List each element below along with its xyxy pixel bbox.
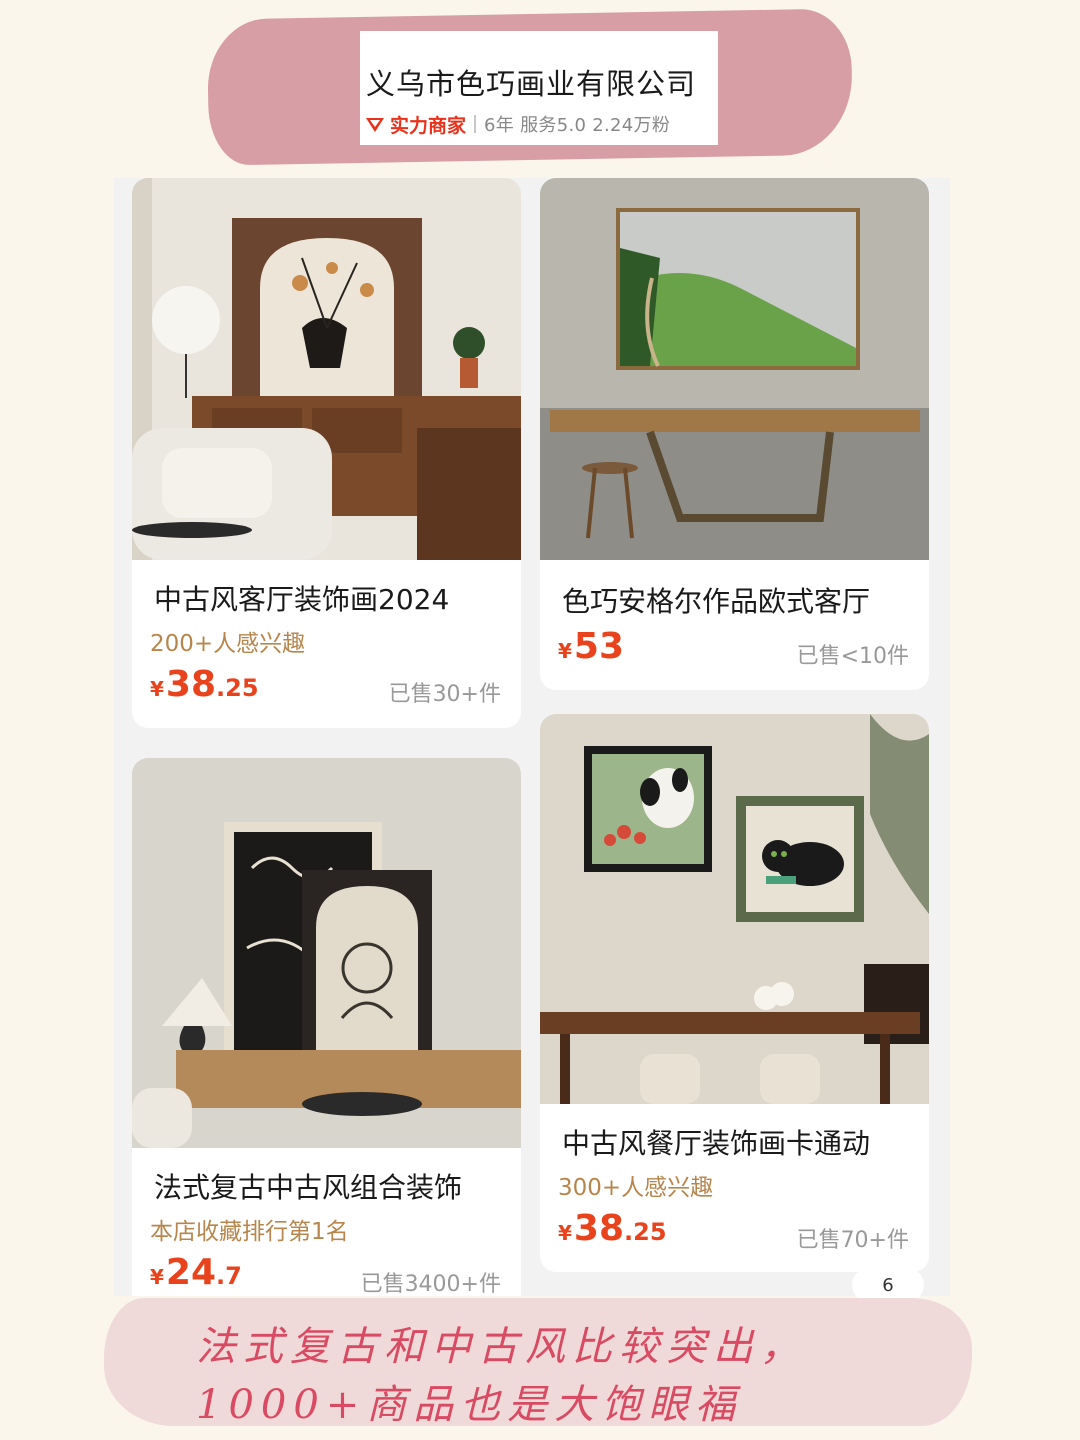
product-grid: 中古风客厅装饰画2024 200+人感兴趣 ¥38.25 已售30+件 色巧安格…	[114, 178, 950, 1296]
price-currency: ¥	[558, 639, 572, 663]
price-currency: ¥	[558, 1221, 572, 1245]
caption-line-1: 法式复古和中古风比较突出，	[196, 1324, 807, 1370]
page-indicator: 6	[852, 1268, 924, 1302]
price-currency: ¥	[150, 677, 164, 701]
merchant-badge: 实力商家	[390, 114, 467, 137]
product-card[interactable]: 色巧安格尔作品欧式客厅 ¥53 已售<10件	[540, 178, 929, 690]
product-card[interactable]: 中古风餐厅装饰画卡通动 300+人感兴趣 ¥38.25 已售70+件	[540, 714, 929, 1272]
product-sold-count: 已售30+件	[388, 682, 501, 707]
product-card[interactable]: 法式复古中古风组合装饰 本店收藏排行第1名 ¥24.7 已售3400+件	[132, 758, 521, 1296]
product-tag: 300+人感兴趣	[558, 1175, 714, 1201]
price-decimal: .25	[624, 1218, 667, 1246]
strength-merchant-icon	[366, 118, 384, 132]
product-image	[540, 178, 929, 560]
price-decimal: .25	[216, 674, 259, 702]
price-integer: 38	[165, 664, 217, 705]
divider	[474, 115, 477, 133]
product-sold-count: 已售<10件	[796, 644, 909, 669]
product-card[interactable]: 中古风客厅装饰画2024 200+人感兴趣 ¥38.25 已售30+件	[132, 178, 521, 728]
product-price: ¥24.7	[150, 1252, 242, 1293]
product-sold-count: 已售70+件	[796, 1228, 909, 1253]
shop-name: 义乌市色巧画业有限公司	[366, 67, 697, 101]
product-tag: 本店收藏排行第1名	[150, 1219, 349, 1245]
product-title: 中古风餐厅装饰画卡通动	[562, 1127, 871, 1160]
product-title: 法式复古中古风组合装饰	[154, 1171, 463, 1204]
price-currency: ¥	[150, 1265, 164, 1289]
product-price: ¥38.25	[150, 664, 259, 705]
price-integer: 53	[573, 626, 625, 667]
product-image	[132, 178, 521, 560]
shop-meta-row: 实力商家 6年 服务5.0 2.24万粉	[364, 111, 670, 137]
product-price: ¥53	[558, 626, 624, 667]
product-image	[132, 758, 521, 1148]
price-decimal: .7	[216, 1262, 242, 1290]
price-integer: 24	[165, 1252, 217, 1293]
product-price: ¥38.25	[558, 1208, 667, 1249]
product-title: 中古风客厅装饰画2024	[154, 583, 450, 616]
product-image	[540, 714, 929, 1104]
price-integer: 38	[573, 1208, 625, 1249]
shop-stats: 6年 服务5.0 2.24万粉	[484, 115, 671, 136]
caption-line-2: 1000+商品也是大饱眼福	[196, 1382, 743, 1428]
shop-info-card[interactable]: 义乌市色巧画业有限公司 实力商家 6年 服务5.0 2.24万粉	[360, 31, 718, 145]
product-title: 色巧安格尔作品欧式客厅	[562, 585, 871, 618]
product-sold-count: 已售3400+件	[360, 1272, 501, 1296]
product-tag: 200+人感兴趣	[150, 631, 306, 657]
